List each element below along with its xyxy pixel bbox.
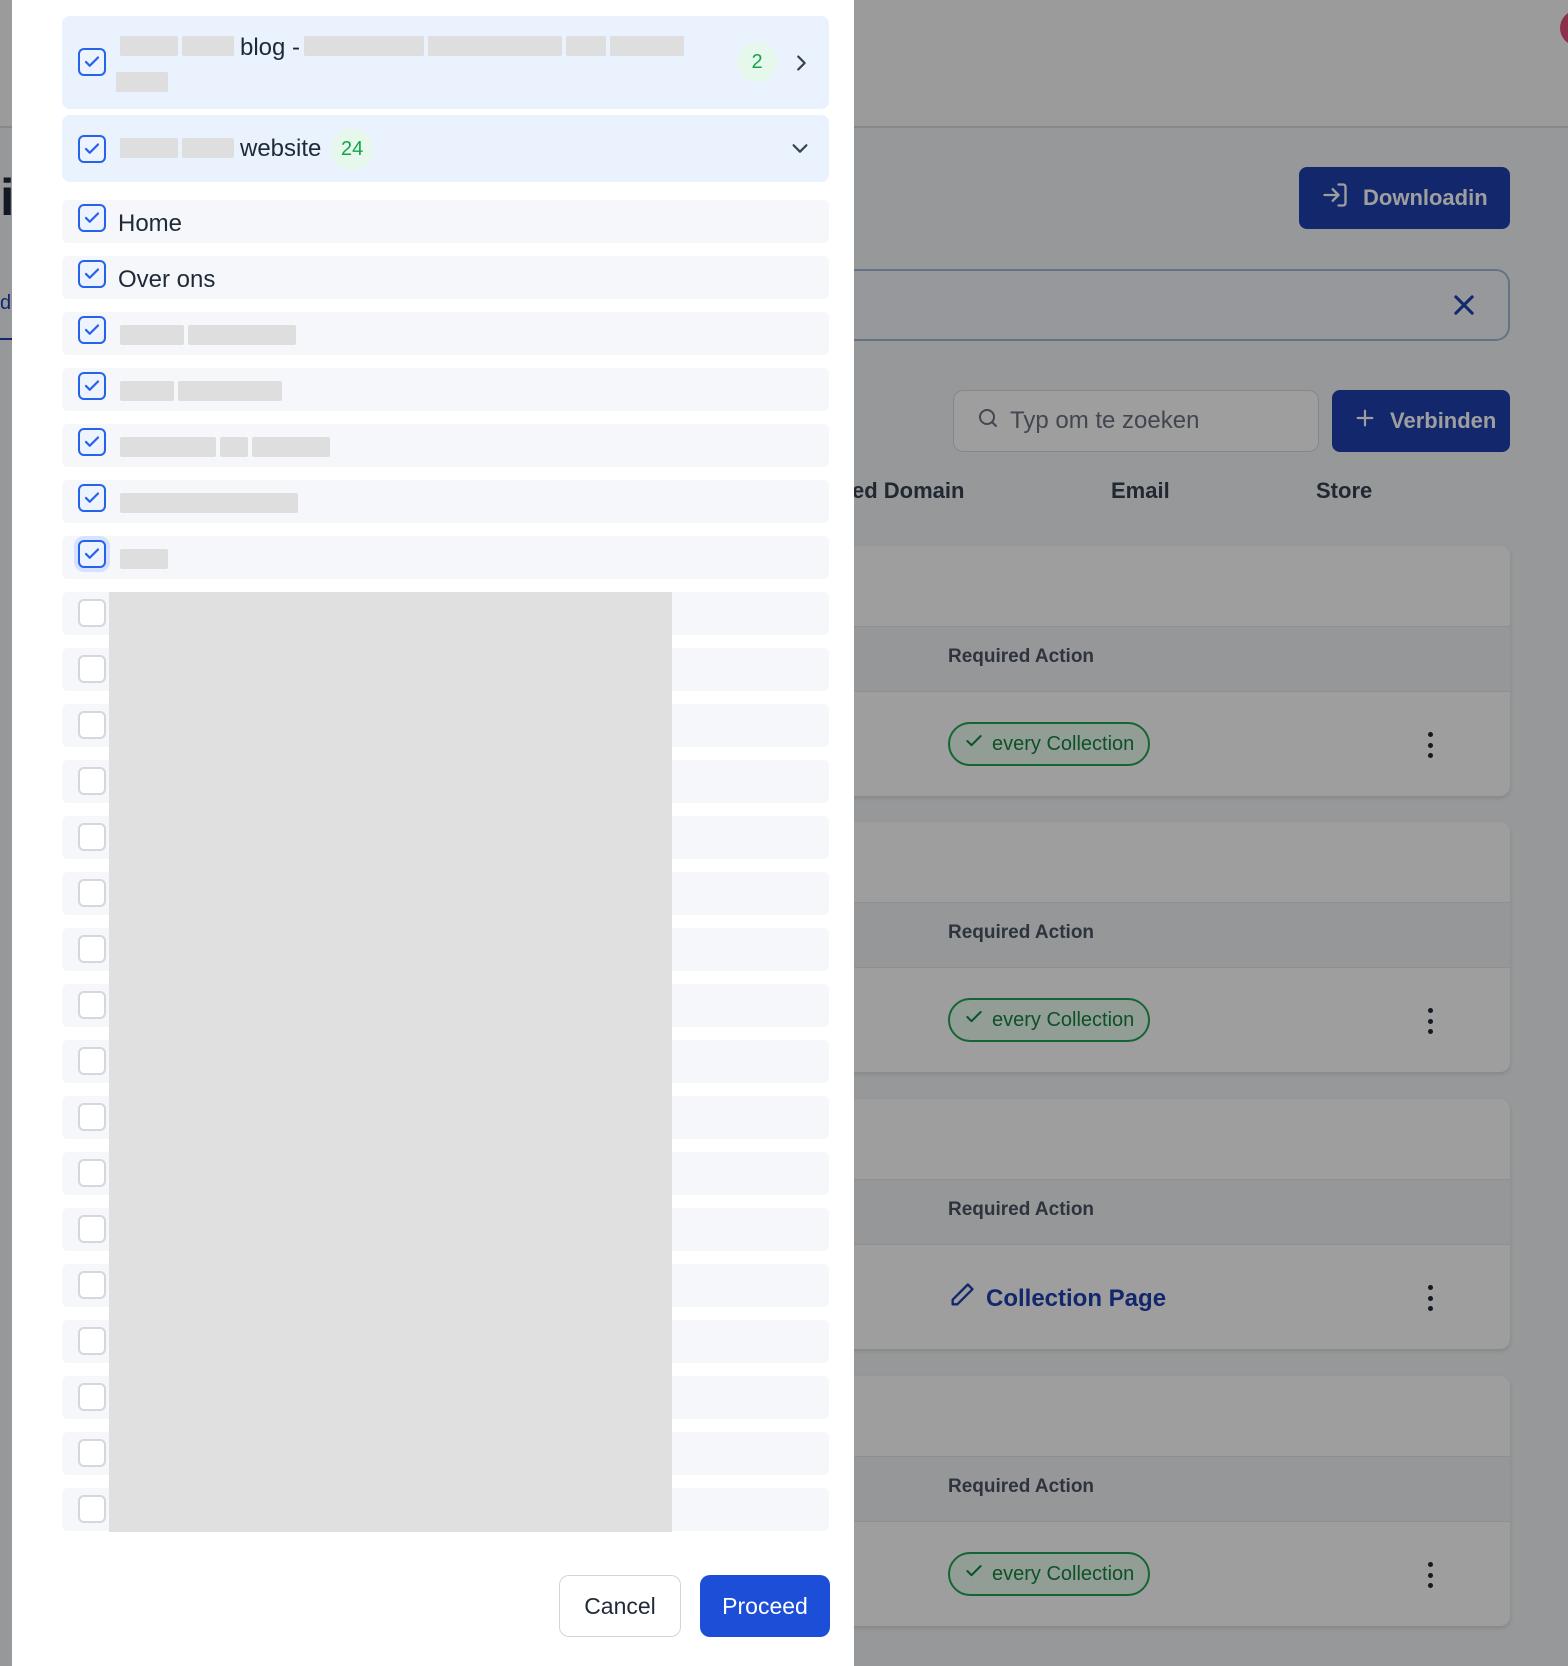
group-label: website xyxy=(240,135,322,162)
redacted-text xyxy=(182,36,234,56)
group-row-blog[interactable]: blog - 2 xyxy=(62,16,829,109)
page-checkbox[interactable] xyxy=(78,935,106,963)
page-checkbox[interactable] xyxy=(78,1159,106,1187)
chevron-right-icon[interactable] xyxy=(790,52,812,74)
chevron-down-icon[interactable] xyxy=(789,137,811,159)
group-label: blog - xyxy=(240,34,301,61)
redacted-text xyxy=(120,381,174,401)
page-checkbox[interactable] xyxy=(78,1383,106,1411)
page-row[interactable] xyxy=(62,536,829,579)
page-row-home[interactable]: Home xyxy=(62,200,829,243)
page-checkbox[interactable] xyxy=(78,1327,106,1355)
page-checkbox[interactable] xyxy=(78,655,106,683)
group-row-website[interactable]: website 24 xyxy=(62,115,829,182)
page-label: Over ons xyxy=(118,266,216,293)
page-checkbox[interactable] xyxy=(78,711,106,739)
page-checkbox[interactable] xyxy=(78,372,106,400)
page-selection-modal: blog - 2 website 24 Home Over ons Cancel… xyxy=(12,0,854,1666)
page-label: Home xyxy=(118,210,183,237)
redacted-text xyxy=(120,138,178,158)
redacted-text xyxy=(120,325,184,345)
redacted-text xyxy=(120,549,168,569)
page-row[interactable] xyxy=(62,368,829,411)
page-row[interactable] xyxy=(62,424,829,467)
redacted-text xyxy=(566,36,606,56)
page-checkbox[interactable] xyxy=(78,823,106,851)
redacted-text xyxy=(178,381,282,401)
page-checkbox[interactable] xyxy=(78,599,106,627)
page-checkbox[interactable] xyxy=(78,879,106,907)
page-checkbox[interactable] xyxy=(78,1215,106,1243)
count-badge: 2 xyxy=(737,42,777,82)
page-checkbox[interactable] xyxy=(78,1439,106,1467)
page-checkbox[interactable] xyxy=(78,767,106,795)
redacted-text xyxy=(220,437,248,457)
page-checkbox[interactable] xyxy=(78,204,106,232)
page-checkbox[interactable] xyxy=(78,316,106,344)
redacted-text xyxy=(428,36,562,56)
redacted-text xyxy=(610,36,684,56)
redacted-text xyxy=(120,493,298,513)
page-checkbox[interactable] xyxy=(78,1271,106,1299)
count-badge: 24 xyxy=(331,129,374,169)
redacted-text xyxy=(120,36,178,56)
page-checkbox[interactable] xyxy=(78,428,106,456)
redacted-text xyxy=(304,36,424,56)
page-row[interactable] xyxy=(62,480,829,523)
page-checkbox[interactable] xyxy=(78,260,106,288)
page-checkbox[interactable] xyxy=(78,484,106,512)
page-checkbox[interactable] xyxy=(78,1103,106,1131)
page-checkbox[interactable] xyxy=(78,1047,106,1075)
redacted-text xyxy=(252,437,330,457)
redacted-text xyxy=(120,437,216,457)
page-checkbox[interactable] xyxy=(78,991,106,1019)
page-row-over-ons[interactable]: Over ons xyxy=(62,256,829,299)
group-checkbox[interactable] xyxy=(78,135,106,163)
redacted-text xyxy=(116,72,168,92)
page-checkbox[interactable] xyxy=(78,1495,106,1523)
redacted-block xyxy=(109,592,672,1532)
group-checkbox[interactable] xyxy=(78,48,106,76)
redacted-text xyxy=(188,325,296,345)
page-checkbox[interactable] xyxy=(78,540,106,568)
cancel-button[interactable]: Cancel xyxy=(559,1575,681,1637)
redacted-text xyxy=(182,138,234,158)
page-row[interactable] xyxy=(62,312,829,355)
proceed-button[interactable]: Proceed xyxy=(700,1575,830,1637)
